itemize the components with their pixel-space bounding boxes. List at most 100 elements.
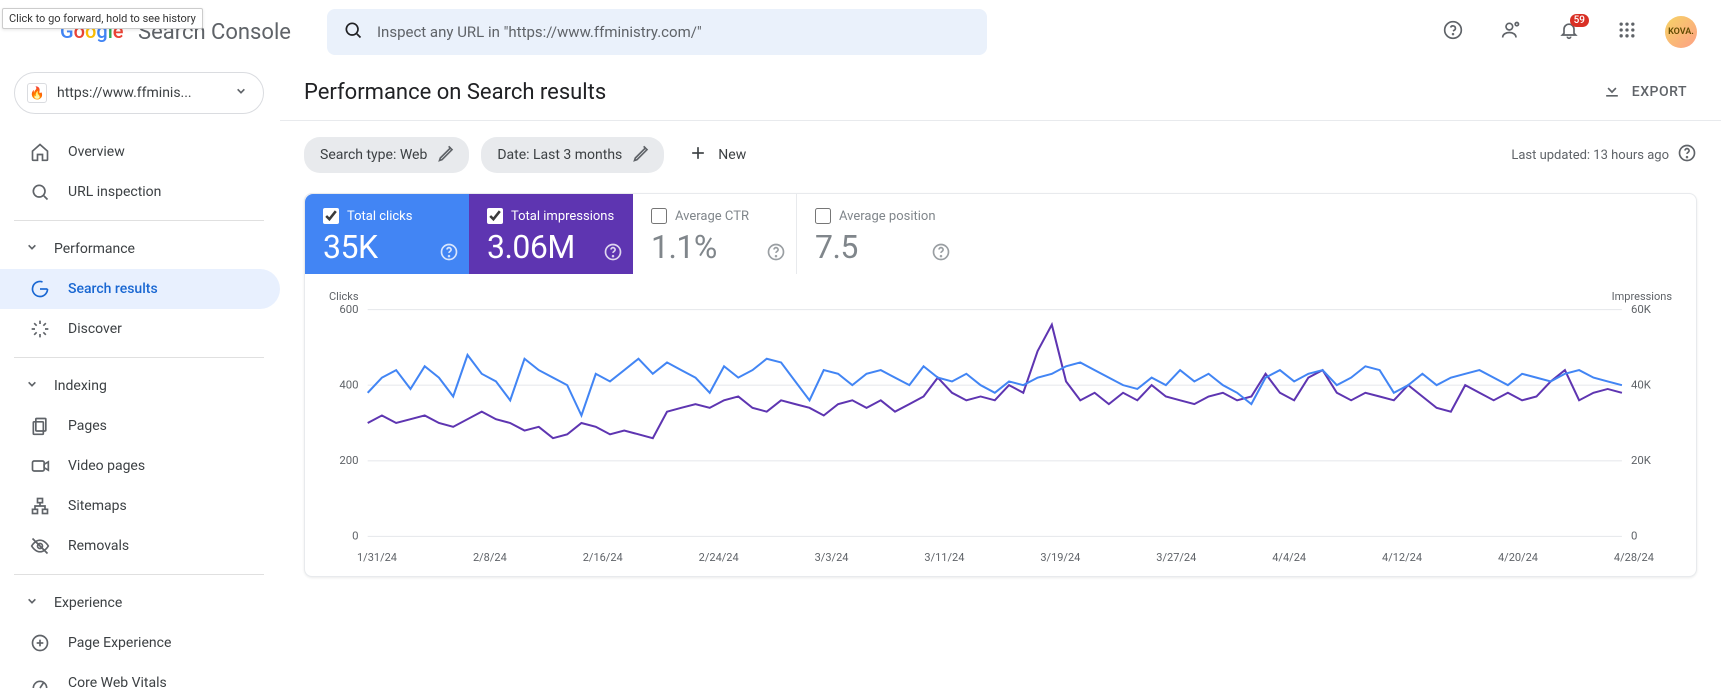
performance-chart[interactable]: 60060K40040K20020K00 [329, 303, 1672, 543]
section-label: Experience [54, 595, 122, 611]
nav-label: URL inspection [68, 184, 161, 200]
svg-text:600: 600 [339, 303, 358, 316]
help-icon[interactable] [603, 242, 623, 266]
search-icon [30, 182, 50, 202]
nav-label: Discover [68, 321, 122, 337]
nav-core-web-vitals[interactable]: Core Web Vitals [0, 663, 280, 689]
ctr-checkbox[interactable] [651, 208, 667, 224]
metric-label: Average position [839, 209, 936, 224]
nav-removals[interactable]: Removals [0, 526, 280, 566]
chevron-down-icon [22, 374, 42, 398]
nav-page-experience[interactable]: Page Experience [0, 623, 280, 663]
nav-label: Sitemaps [68, 498, 127, 514]
position-checkbox[interactable] [815, 208, 831, 224]
help-icon[interactable] [766, 242, 786, 266]
download-icon [1602, 80, 1622, 104]
nav-video-pages[interactable]: Video pages [0, 446, 280, 486]
metric-label: Average CTR [675, 209, 749, 224]
url-inspect-input[interactable] [377, 23, 971, 41]
users-icon [1501, 20, 1521, 44]
last-updated-text: Last updated: 13 hours ago [1511, 148, 1669, 163]
section-performance[interactable]: Performance [14, 229, 264, 269]
property-selector[interactable]: 🔥 https://www.ffminis... [14, 72, 264, 114]
chip-label: Search type: Web [320, 147, 427, 163]
svg-text:40K: 40K [1631, 379, 1651, 392]
ctr-value: 1.1% [651, 228, 778, 266]
pages-icon [30, 416, 50, 436]
sitemap-icon [30, 496, 50, 516]
nav-label: Removals [68, 538, 129, 554]
browser-tooltip: Click to go forward, hold to see history [2, 8, 203, 29]
svg-text:0: 0 [1631, 530, 1637, 543]
topbar: Google Search Console 59 KOVA. [0, 0, 1721, 64]
section-experience[interactable]: Experience [14, 583, 264, 623]
right-axis-label: Impressions [1612, 290, 1672, 303]
metric-label: Total impressions [511, 209, 614, 224]
impressions-checkbox[interactable] [487, 208, 503, 224]
nav-sitemaps[interactable]: Sitemaps [0, 486, 280, 526]
add-filter-button[interactable]: New [676, 137, 758, 173]
filter-date-range[interactable]: Date: Last 3 months [481, 137, 664, 173]
nav-label: Video pages [68, 458, 145, 474]
position-value: 7.5 [815, 228, 943, 266]
nav-label: Core Web Vitals [68, 675, 167, 689]
page-title: Performance on Search results [304, 80, 606, 105]
plus-icon [688, 143, 708, 167]
metric-label: Total clicks [347, 209, 412, 224]
nav-url-inspection[interactable]: URL inspection [0, 172, 280, 212]
topbar-actions: 59 KOVA. [1433, 12, 1705, 52]
url-inspect-search[interactable] [327, 9, 987, 55]
nav-label: Overview [68, 144, 125, 160]
notifications-button[interactable]: 59 [1549, 12, 1589, 52]
nav-pages[interactable]: Pages [0, 406, 280, 446]
plus-circle-icon [30, 633, 50, 653]
clicks-checkbox[interactable] [323, 208, 339, 224]
notification-badge: 59 [1570, 14, 1589, 27]
nav-search-results[interactable]: Search results [0, 269, 280, 309]
google-g-icon [30, 279, 50, 299]
metric-total-impressions[interactable]: Total impressions 3.06M [469, 194, 633, 274]
apps-grid-icon [1617, 20, 1637, 44]
help-button[interactable] [1433, 12, 1473, 52]
filter-search-type[interactable]: Search type: Web [304, 137, 469, 173]
nav-label: Search results [68, 281, 158, 297]
filter-row: Search type: Web Date: Last 3 months New… [304, 137, 1697, 173]
clicks-value: 35K [323, 228, 451, 266]
last-updated: Last updated: 13 hours ago [1511, 143, 1697, 167]
section-indexing[interactable]: Indexing [14, 366, 264, 406]
nav-label: Pages [68, 418, 107, 434]
nav-label: Page Experience [68, 635, 171, 651]
new-filter-label: New [718, 147, 746, 163]
chevron-down-icon [22, 237, 42, 261]
help-icon[interactable] [931, 242, 951, 266]
home-icon [30, 142, 50, 162]
edit-icon [437, 143, 457, 167]
chevron-down-icon [231, 81, 251, 105]
svg-text:60K: 60K [1631, 303, 1651, 316]
nav-discover[interactable]: Discover [0, 309, 280, 349]
metric-average-ctr[interactable]: Average CTR 1.1% [633, 194, 797, 274]
export-label: EXPORT [1632, 84, 1687, 100]
account-avatar[interactable]: KOVA. [1665, 16, 1697, 48]
nav-overview[interactable]: Overview [0, 132, 280, 172]
gauge-icon [30, 673, 50, 689]
chart-area: Clicks Impressions 60060K40040K20020K00 … [305, 274, 1696, 576]
metric-total-clicks[interactable]: Total clicks 35K [305, 194, 469, 274]
video-icon [30, 456, 50, 476]
chevron-down-icon [22, 591, 42, 615]
property-favicon: 🔥 [27, 83, 47, 103]
help-icon [1443, 20, 1463, 44]
property-domain: https://www.ffminis... [57, 85, 221, 101]
help-icon[interactable] [1677, 143, 1697, 167]
users-button[interactable] [1491, 12, 1531, 52]
export-button[interactable]: EXPORT [1592, 72, 1697, 112]
impressions-value: 3.06M [487, 228, 615, 266]
svg-text:20K: 20K [1631, 454, 1651, 467]
apps-button[interactable] [1607, 12, 1647, 52]
eye-off-icon [30, 536, 50, 556]
metric-average-position[interactable]: Average position 7.5 [797, 194, 961, 274]
svg-text:400: 400 [339, 379, 358, 392]
help-icon[interactable] [439, 242, 459, 266]
sparkle-icon [30, 319, 50, 339]
svg-text:0: 0 [352, 530, 358, 543]
